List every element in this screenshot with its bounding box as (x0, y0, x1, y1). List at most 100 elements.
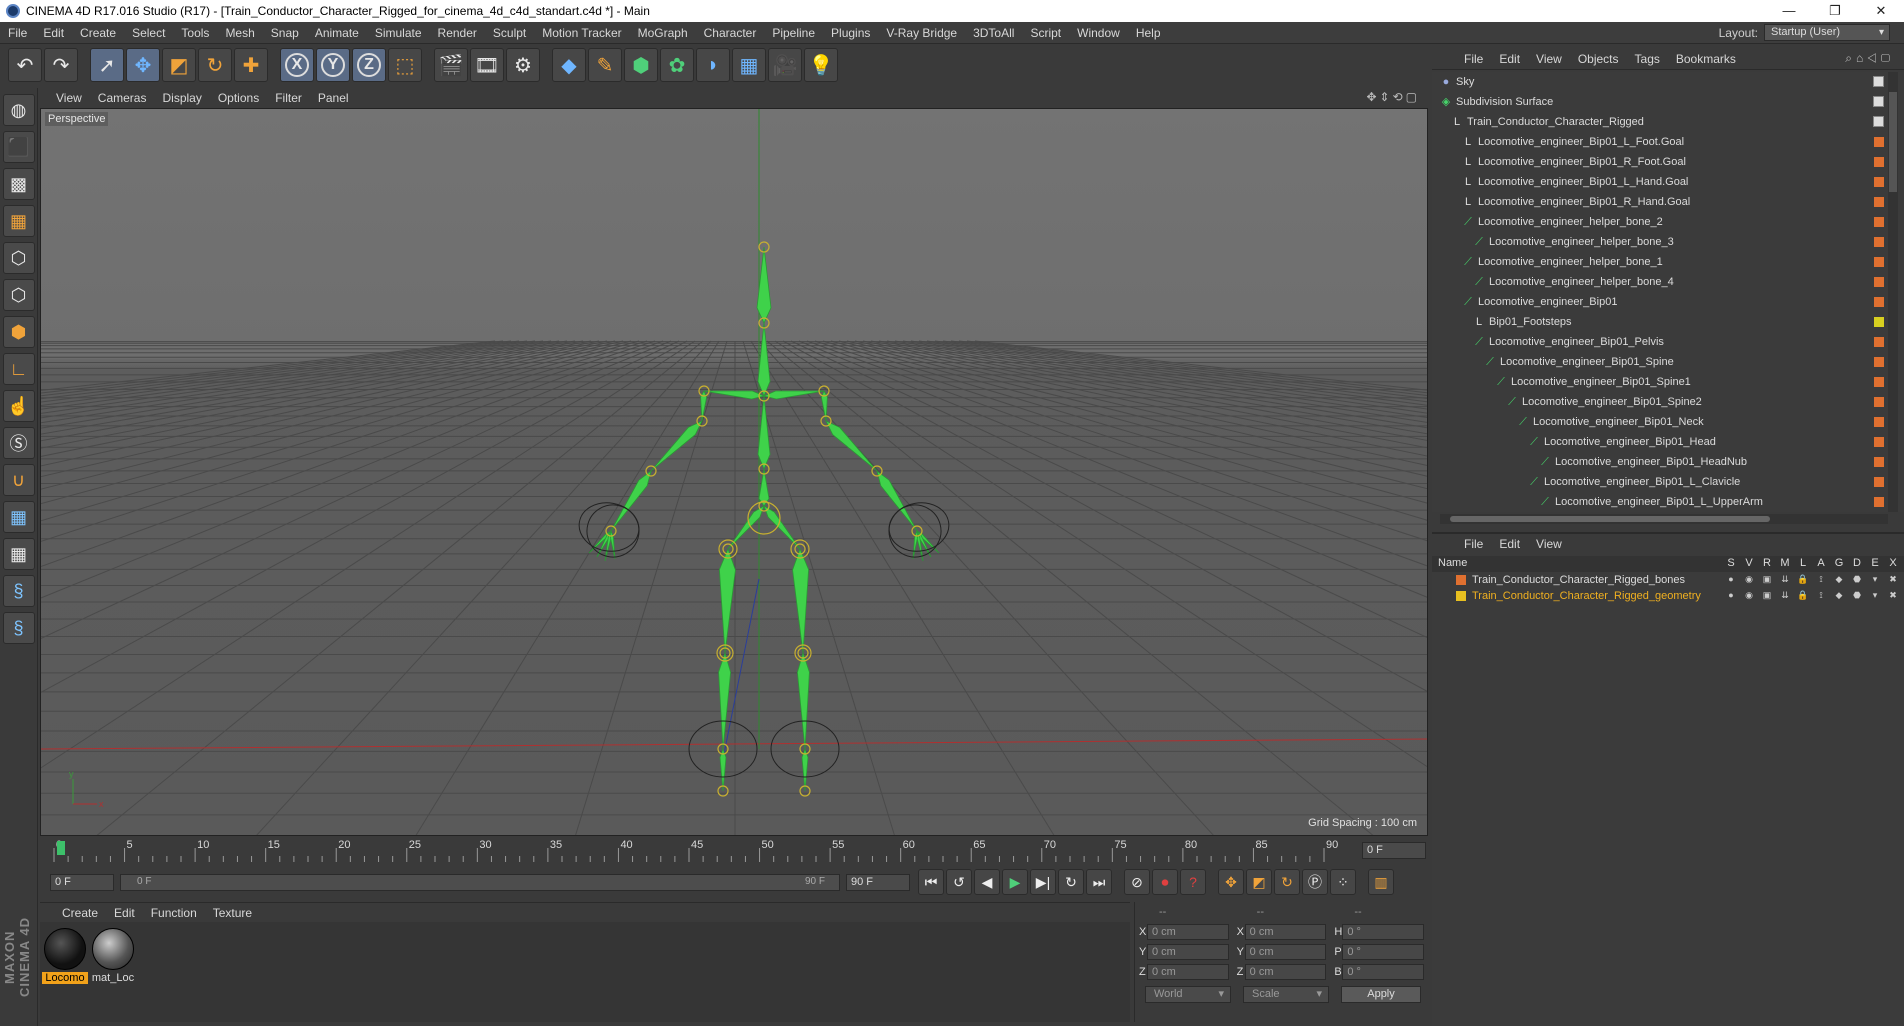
enabled-checkbox[interactable] (1873, 96, 1884, 107)
scale-dropdown[interactable]: Scale (1243, 986, 1329, 1003)
object-tag-icon[interactable] (1874, 477, 1884, 487)
object-tree-item[interactable]: ⟋ Locomotive_engineer_Bip01_HeadNub (1432, 452, 1892, 472)
object-tag-icon[interactable] (1874, 277, 1884, 287)
viewport-menu-view[interactable]: View (48, 91, 90, 105)
start-frame-field[interactable]: 0 F (50, 873, 114, 891)
camera-icon[interactable]: 🎥 (768, 48, 802, 82)
object-tree-item[interactable]: ⟋ Locomotive_engineer_helper_bone_3 (1432, 232, 1892, 252)
layer-toggle-icon[interactable]: ▾ (1866, 574, 1884, 585)
layer-toggle-icon[interactable]: ◉ (1740, 590, 1758, 601)
object-tree-item[interactable]: ⟋ Locomotive_engineer_Bip01_Neck (1432, 412, 1892, 432)
cube-icon[interactable]: ◆ (552, 48, 586, 82)
undo-icon[interactable]: ↶ (8, 48, 42, 82)
pen-icon[interactable]: ✎ (588, 48, 622, 82)
viewport-menu-display[interactable]: Display (154, 91, 209, 105)
menu-snap[interactable]: Snap (263, 22, 307, 44)
menu-create[interactable]: Create (72, 22, 124, 44)
material-menu-texture[interactable]: Texture (205, 906, 260, 920)
object-tag-icon[interactable] (1874, 397, 1884, 407)
autokey-icon[interactable]: ? (1180, 869, 1206, 895)
menu-sculpt[interactable]: Sculpt (485, 22, 534, 44)
object-tree-item[interactable]: ◈ Subdivision Surface (1432, 92, 1892, 112)
magnet-icon[interactable]: ∪ (2, 464, 35, 496)
object-tree-item[interactable]: L Locomotive_engineer_Bip01_R_Foot.Goal (1432, 152, 1892, 172)
object-tree-item[interactable]: L Locomotive_engineer_Bip01_R_Hand.Goal (1432, 192, 1892, 212)
z-axis-icon[interactable]: Z (352, 48, 386, 82)
current-frame-field[interactable]: 0 F (1362, 842, 1426, 859)
object-tree-item[interactable]: L Bip01_Footsteps (1432, 312, 1892, 332)
layer-menu-edit[interactable]: Edit (1491, 537, 1528, 551)
layer-toggle-icon[interactable]: 🔒 (1794, 590, 1812, 601)
object-tag-icon[interactable] (1874, 317, 1884, 327)
position-y-field[interactable]: 0 cm (1146, 944, 1229, 960)
menu-animate[interactable]: Animate (307, 22, 367, 44)
frame-ruler[interactable]: 051015202530354045505560657075808590 (48, 838, 1358, 864)
object-tree-item[interactable]: L Train_Conductor_Character_Rigged (1432, 112, 1892, 132)
object-tree-item[interactable]: ⟋ Locomotive_engineer_helper_bone_1 (1432, 252, 1892, 272)
size-z-field[interactable]: 0 cm (1244, 964, 1327, 980)
viewport-menu-cameras[interactable]: Cameras (90, 91, 155, 105)
menu-3dtoall[interactable]: 3DToAll (965, 22, 1022, 44)
key-rotation-icon[interactable]: ↻ (1274, 869, 1300, 895)
object-tree-item[interactable]: ⟋ Locomotive_engineer_helper_bone_4 (1432, 272, 1892, 292)
object-manager-scrollbar[interactable] (1888, 72, 1898, 512)
python-script-icon[interactable]: § (2, 575, 35, 607)
key-pla-icon[interactable]: ⁘ (1330, 869, 1356, 895)
object-tree-item[interactable]: ⟋ Locomotive_engineer_Bip01 (1432, 292, 1892, 312)
layer-toggle-icon[interactable]: ▣ (1758, 574, 1776, 585)
apply-button[interactable]: Apply (1341, 986, 1421, 1003)
end-frame-field[interactable]: 90 F (846, 873, 910, 891)
preview-range-slider[interactable]: 0 F 90 F (120, 873, 840, 891)
layer-toggle-icon[interactable]: ⟟ (1812, 574, 1830, 585)
object-tag-icon[interactable] (1874, 377, 1884, 387)
layer-toggle-icon[interactable]: ✖ (1884, 590, 1902, 601)
menu-script[interactable]: Script (1022, 22, 1069, 44)
playhead-marker[interactable] (57, 841, 65, 855)
object-tag-icon[interactable] (1874, 457, 1884, 467)
lock-workplane-icon[interactable]: ▦ (2, 501, 35, 533)
layer-name[interactable]: Train_Conductor_Character_Rigged_bones (1472, 574, 1685, 586)
snap-icon[interactable]: Ⓢ (2, 427, 35, 459)
play-icon[interactable]: ▶ (1002, 869, 1028, 895)
object-tag-icon[interactable] (1874, 297, 1884, 307)
object-tree-item[interactable]: ⟋ Locomotive_engineer_Bip01_L_Clavicle (1432, 472, 1892, 492)
mograph-cloner-icon[interactable]: ✿ (660, 48, 694, 82)
object-tree-item[interactable]: ● Sky (1432, 72, 1892, 92)
object-menu-bookmarks[interactable]: Bookmarks (1668, 52, 1744, 66)
object-tag-icon[interactable] (1874, 357, 1884, 367)
size-y-field[interactable]: 0 cm (1244, 944, 1327, 960)
object-menu-tags[interactable]: Tags (1627, 52, 1668, 66)
menu-help[interactable]: Help (1128, 22, 1169, 44)
perspective-viewport[interactable]: y x Perspective Grid Spacing : 100 cm (40, 108, 1428, 836)
previous-key-icon[interactable]: ↺ (946, 869, 972, 895)
layer-toggle-icon[interactable]: ▣ (1758, 590, 1776, 601)
menu-select[interactable]: Select (124, 22, 173, 44)
object-tag-icon[interactable] (1874, 337, 1884, 347)
layer-toggle-icon[interactable]: ● (1722, 574, 1740, 585)
enabled-checkbox[interactable] (1873, 116, 1884, 127)
layer-color-swatch[interactable] (1456, 575, 1466, 585)
viewport-menu-filter[interactable]: Filter (267, 91, 310, 105)
previous-frame-icon[interactable]: ◀ (974, 869, 1000, 895)
object-tree-item[interactable]: ⟋ Locomotive_engineer_Bip01_Pelvis (1432, 332, 1892, 352)
layer-toggle-icon[interactable]: ✖ (1884, 574, 1902, 585)
object-tree-item[interactable]: L Locomotive_engineer_Bip01_L_Hand.Goal (1432, 172, 1892, 192)
layer-row[interactable]: Train_Conductor_Character_Rigged_bones ● ◉… (1432, 572, 1904, 588)
layer-name[interactable]: Train_Conductor_Character_Rigged_geometr… (1472, 590, 1701, 602)
floor-icon[interactable]: ▦ (732, 48, 766, 82)
rotate-icon[interactable]: ↻ (198, 48, 232, 82)
object-tag-icon[interactable] (1874, 197, 1884, 207)
layer-toggle-icon[interactable]: ◆ (1830, 574, 1848, 585)
layer-row[interactable]: Train_Conductor_Character_Rigged_geometr… (1432, 588, 1904, 604)
menu-window[interactable]: Window (1069, 22, 1128, 44)
material-menu-create[interactable]: Create (54, 906, 106, 920)
material-name[interactable]: mat_Loc (90, 972, 136, 984)
object-tag-icon[interactable] (1874, 217, 1884, 227)
key-parameter-icon[interactable]: Ⓟ (1302, 869, 1328, 895)
menu-mesh[interactable]: Mesh (217, 22, 262, 44)
object-manager-horizontal-scrollbar[interactable] (1440, 514, 1888, 524)
menu-edit[interactable]: Edit (35, 22, 72, 44)
object-tree-item[interactable]: ⟋ Locomotive_engineer_Bip01_Spine (1432, 352, 1892, 372)
material-swatch[interactable]: Locomo (42, 928, 88, 984)
redo-icon[interactable]: ↷ (44, 48, 78, 82)
